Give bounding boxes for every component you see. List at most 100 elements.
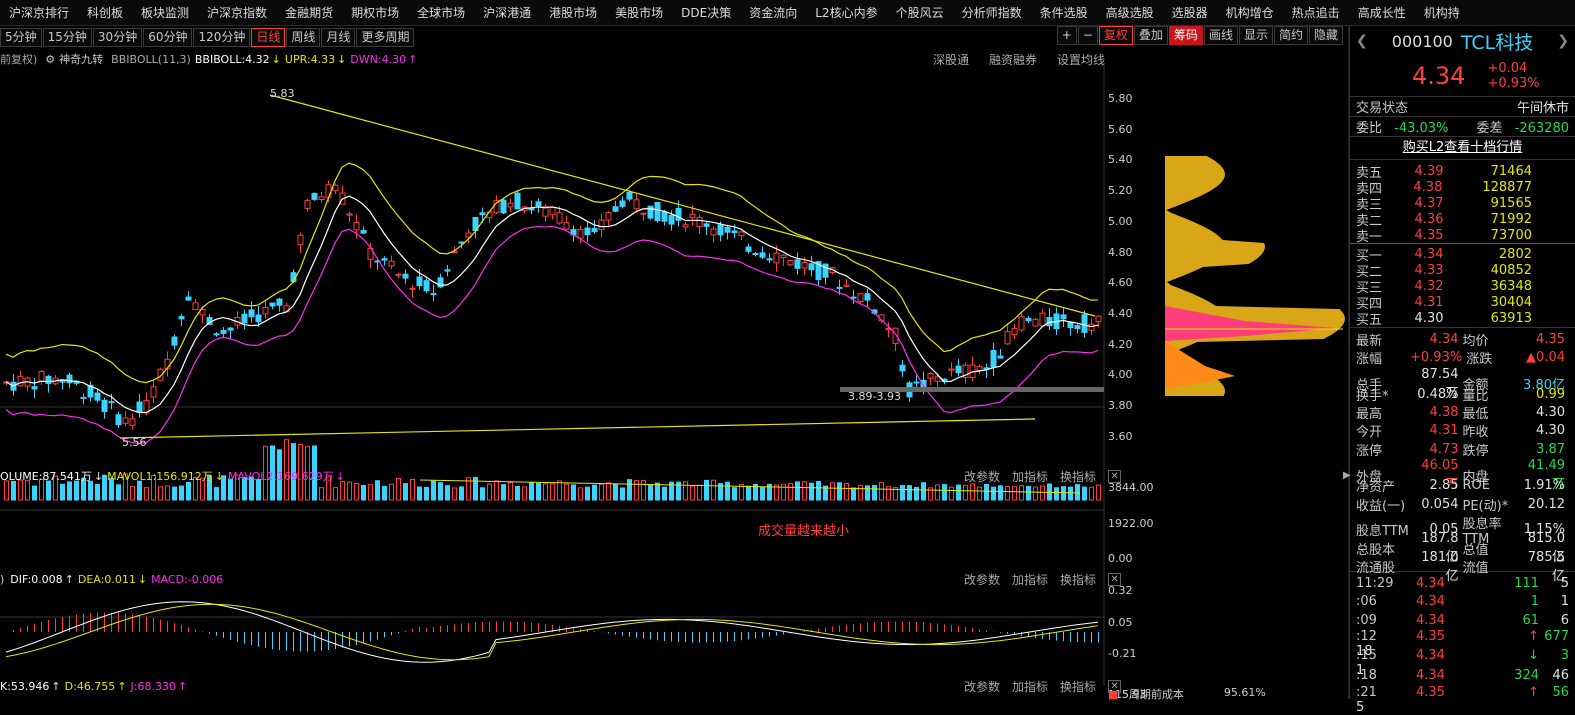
header-link[interactable]: 深股通 bbox=[933, 51, 969, 68]
menu-item[interactable]: 沪深京指数 bbox=[198, 4, 276, 21]
menu-item[interactable]: L2核心内参 bbox=[806, 4, 886, 21]
volume-bar bbox=[180, 486, 184, 500]
volume-bar bbox=[551, 484, 555, 500]
close-icon[interactable]: ✕ bbox=[1108, 573, 1121, 586]
upr-value: UPR:4.33 bbox=[285, 53, 335, 66]
l2-link[interactable]: 购买L2查看十档行情 bbox=[1350, 137, 1575, 159]
fuquan-label[interactable]: 前复权) bbox=[0, 51, 37, 67]
candle-body bbox=[417, 277, 422, 286]
menu-item[interactable]: 港股市场 bbox=[540, 4, 606, 21]
order-row: 卖五4.3971464 bbox=[1350, 162, 1575, 178]
menu-item[interactable]: 热点追击 bbox=[1283, 4, 1349, 21]
panel-button[interactable]: 加指标 bbox=[1012, 571, 1048, 588]
stat-label: 涨停 bbox=[1356, 440, 1410, 459]
menu-item[interactable]: 资金流向 bbox=[740, 4, 806, 21]
panel-button[interactable]: 加指标 bbox=[1012, 678, 1048, 695]
tool-6[interactable]: 显示 bbox=[1239, 26, 1273, 45]
mavol1-value: MAVOL1:156.912万 bbox=[107, 468, 213, 484]
menu-item[interactable]: DDE决策 bbox=[672, 4, 740, 21]
tool-2[interactable]: 复权 bbox=[1099, 26, 1133, 45]
period-2[interactable]: 30分钟 bbox=[93, 28, 142, 47]
period-3[interactable]: 60分钟 bbox=[143, 28, 192, 47]
menu-item[interactable]: 高成长性 bbox=[1349, 4, 1415, 21]
candle-body bbox=[249, 310, 254, 317]
panel-button[interactable]: 换指标 bbox=[1060, 678, 1096, 695]
tick-count: 5 bbox=[1539, 576, 1569, 591]
tool-3[interactable]: 叠加 bbox=[1134, 26, 1168, 45]
collapse-panel-icon[interactable]: ▶ bbox=[1343, 470, 1351, 500]
period-0[interactable]: 5分钟 bbox=[0, 28, 42, 47]
period-5[interactable]: 日线 bbox=[251, 28, 285, 47]
volume-bar bbox=[1041, 486, 1045, 500]
candle-body bbox=[431, 294, 436, 295]
candle-body bbox=[949, 369, 954, 370]
stat-value: 0.99 bbox=[1517, 387, 1570, 402]
candle-body bbox=[179, 317, 184, 319]
menu-item[interactable]: 期权市场 bbox=[342, 4, 408, 21]
menu-item[interactable]: 条件选股 bbox=[1031, 4, 1097, 21]
tick-row: :184.3432446 bbox=[1350, 666, 1575, 685]
volume-bar bbox=[523, 487, 527, 500]
menu-item[interactable]: 高级选股 bbox=[1097, 4, 1163, 21]
candle-body bbox=[116, 415, 121, 425]
next-stock-icon[interactable]: ❯ bbox=[1557, 33, 1569, 49]
menu-item[interactable]: 机构增仓 bbox=[1217, 4, 1283, 21]
panel-button[interactable]: 加指标 bbox=[1012, 468, 1048, 485]
tool-8[interactable]: 隐藏 bbox=[1309, 26, 1343, 45]
period-4[interactable]: 120分钟 bbox=[193, 28, 250, 47]
panel-button[interactable]: 改参数 bbox=[964, 468, 1000, 485]
menu-item[interactable]: 个股风云 bbox=[887, 4, 953, 21]
menu-item[interactable]: 选股器 bbox=[1163, 4, 1217, 21]
price-tick: 4.60 bbox=[1108, 276, 1133, 289]
settings-icon[interactable]: ⚙ bbox=[45, 53, 55, 66]
menu-item[interactable]: 板块监测 bbox=[132, 4, 198, 21]
stat-value: 0.054 bbox=[1410, 497, 1463, 512]
header-link[interactable]: 设置均线 bbox=[1057, 51, 1105, 68]
tool-7[interactable]: 简约 bbox=[1274, 26, 1308, 45]
menu-item[interactable]: 科创板 bbox=[78, 4, 132, 21]
tool-0[interactable]: + bbox=[1057, 26, 1077, 45]
order-label: 卖一 bbox=[1356, 226, 1392, 245]
candle-body bbox=[1040, 313, 1045, 326]
menu-item[interactable]: 金融期货 bbox=[276, 4, 342, 21]
candle-body bbox=[130, 419, 135, 425]
tool-4[interactable]: 筹码 bbox=[1169, 26, 1203, 45]
menu-item[interactable]: 全球市场 bbox=[408, 4, 474, 21]
stat-label: PE(动)* bbox=[1463, 495, 1517, 514]
order-price: 4.39 bbox=[1392, 164, 1484, 179]
order-volume: 2802 bbox=[1484, 247, 1575, 262]
period-6[interactable]: 周线 bbox=[286, 28, 320, 47]
candle-body bbox=[410, 288, 415, 289]
volume-bar bbox=[446, 486, 450, 500]
menu-item[interactable]: 沪深港通 bbox=[474, 4, 540, 21]
panel-button[interactable]: 改参数 bbox=[964, 678, 1000, 695]
period-1[interactable]: 15分钟 bbox=[43, 28, 92, 47]
menu-item[interactable]: 沪深京排行 bbox=[0, 4, 78, 21]
menu-item[interactable]: 机构持 bbox=[1415, 4, 1469, 21]
panel-button[interactable]: 换指标 bbox=[1060, 571, 1096, 588]
header-link[interactable]: 融资融券 bbox=[989, 51, 1037, 68]
stat-label: 跌停 bbox=[1463, 440, 1517, 459]
close-icon[interactable]: ✕ bbox=[1108, 470, 1121, 483]
volume-bar bbox=[705, 480, 709, 500]
panel-button[interactable]: 换指标 bbox=[1060, 468, 1096, 485]
stat-value: 4.35 bbox=[1517, 332, 1570, 347]
menu-item[interactable]: 分析师指数 bbox=[953, 4, 1031, 21]
volume-bar bbox=[537, 483, 541, 500]
tick-list[interactable]: 11:294.341115:064.3411:094.34616:124.35↑… bbox=[1350, 572, 1575, 704]
menu-item[interactable]: 美股市场 bbox=[606, 4, 672, 21]
tool-5[interactable]: 画线 bbox=[1204, 26, 1238, 45]
tick-row: :094.34616 bbox=[1350, 611, 1575, 630]
period-7[interactable]: 月线 bbox=[321, 28, 355, 47]
volume-bar bbox=[901, 486, 905, 500]
period-8[interactable]: 更多周期 bbox=[356, 28, 414, 47]
kline-chart-area[interactable]: 5.835.563.89-3.93成交量越来越小 bbox=[0, 66, 1105, 686]
tool-1[interactable]: − bbox=[1078, 26, 1098, 45]
chart-tools: +−复权叠加筹码画线显示简约隐藏 bbox=[1057, 26, 1344, 45]
candle-body bbox=[795, 260, 800, 268]
tick-row: :214.35↑565 bbox=[1350, 685, 1575, 704]
panel-button[interactable]: 改参数 bbox=[964, 571, 1000, 588]
volume-bar bbox=[495, 481, 499, 500]
candle-body bbox=[305, 200, 310, 208]
prev-stock-icon[interactable]: ❮ bbox=[1356, 33, 1368, 49]
